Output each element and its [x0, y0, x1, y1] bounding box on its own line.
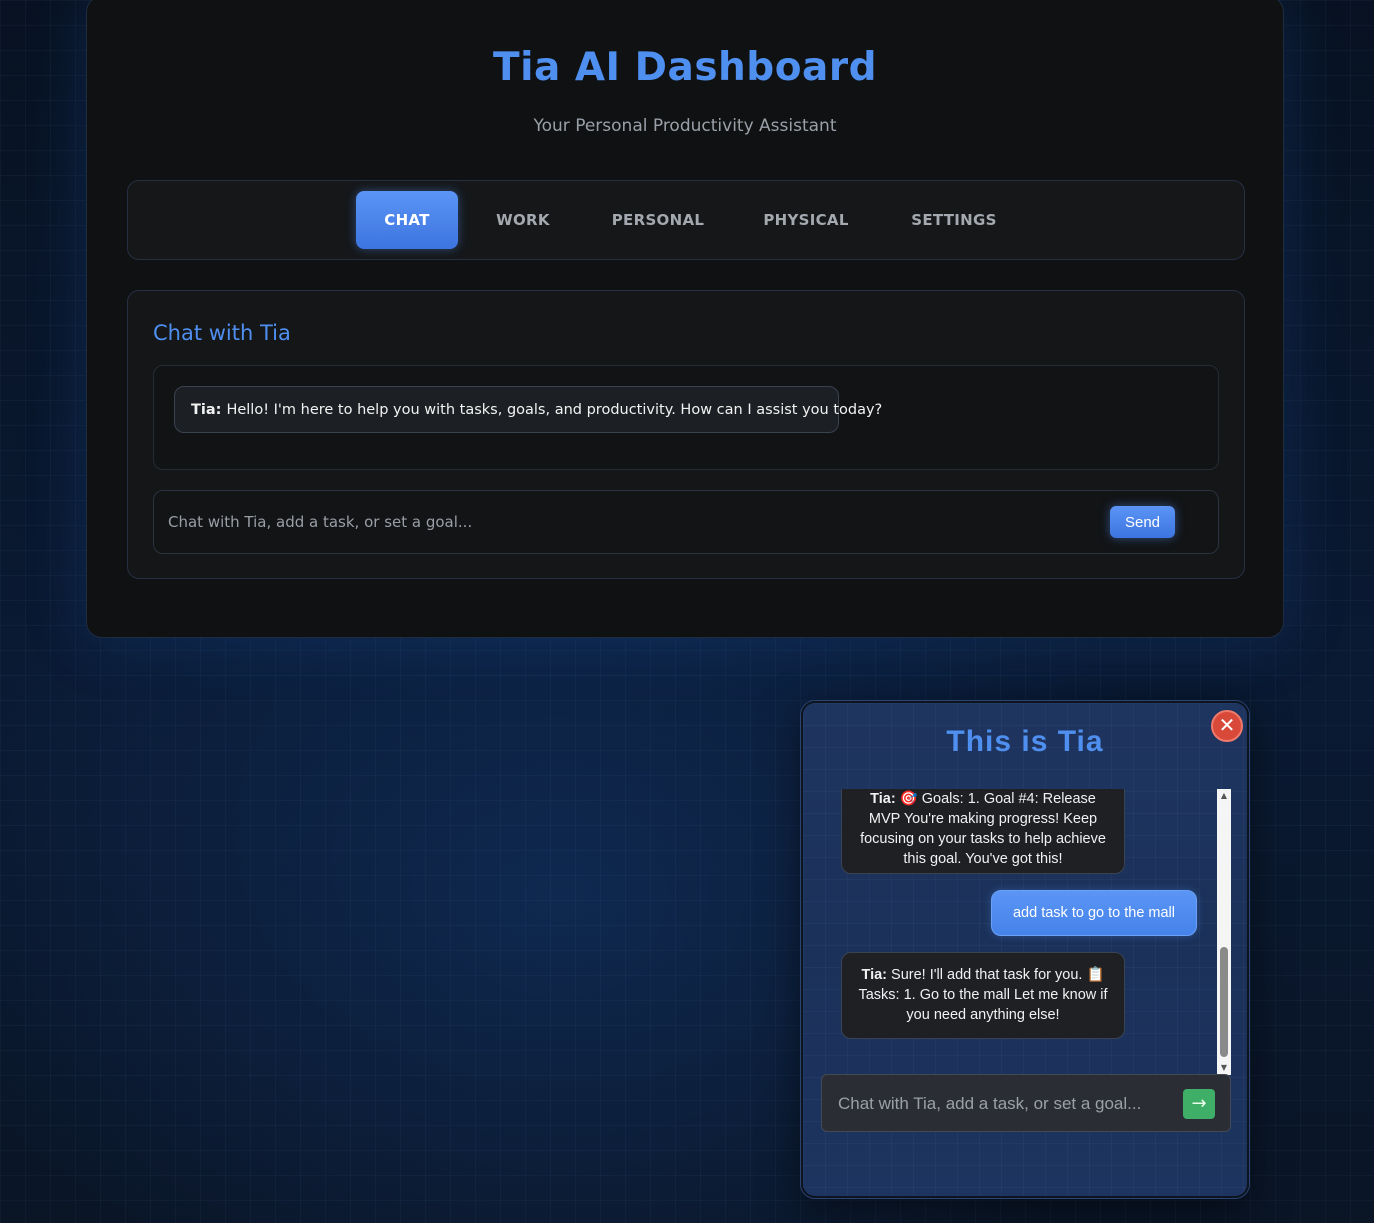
widget-chat-input[interactable]	[838, 1084, 1168, 1124]
tab-bar: CHAT WORK PERSONAL PHYSICAL SETTINGS	[127, 180, 1245, 260]
widget-message-bot: Tia: 🎯 Goals: 1. Goal #4: Release MVP Yo…	[841, 789, 1125, 874]
message-sender: Tia:	[191, 401, 222, 418]
message-text: Hello! I'm here to help you with tasks, …	[226, 401, 883, 418]
chat-message-bot: Tia: Hello! I'm here to help you with ta…	[174, 386, 882, 433]
widget-message-bot: Tia: Sure! I'll add that task for you. 📋…	[841, 952, 1125, 1039]
message-sender: Tia:	[870, 791, 896, 807]
chat-panel-title: Chat with Tia	[153, 321, 291, 345]
arrow-right-icon[interactable]: →	[1183, 1089, 1215, 1119]
dashboard-card: Tia AI Dashboard Your Personal Productiv…	[86, 0, 1284, 638]
widget-message-user: add task to go to the mall	[991, 890, 1197, 936]
message-text: 🎯 Goals: 1. Goal #4: Release MVP You're …	[860, 791, 1106, 867]
scroll-up-icon[interactable]: ▲	[1217, 790, 1231, 802]
widget-input-row: →	[821, 1074, 1231, 1132]
tab-chat[interactable]: CHAT	[356, 191, 458, 249]
tia-chat-widget: ✕ This is Tia Tia: 🎯 Goals: 1. Goal #4: …	[801, 701, 1249, 1198]
chat-input[interactable]	[168, 503, 1118, 541]
chat-messages: Tia: Hello! I'm here to help you with ta…	[153, 365, 1219, 470]
scroll-down-icon[interactable]: ▼	[1217, 1062, 1231, 1074]
scroll-thumb[interactable]	[1220, 947, 1228, 1057]
page-title: Tia AI Dashboard	[493, 45, 877, 90]
tab-personal[interactable]: PERSONAL	[598, 191, 718, 249]
widget-title: This is Tia	[946, 725, 1104, 758]
message-text: Sure! I'll add that task for you. 📋 Task…	[858, 967, 1108, 1023]
message-sender: Tia:	[861, 967, 888, 983]
send-button[interactable]: Send	[1110, 506, 1175, 538]
widget-scrollbar[interactable]: ▲ ▼	[1217, 789, 1231, 1075]
widget-messages: Tia: 🎯 Goals: 1. Goal #4: Release MVP Yo…	[825, 789, 1230, 1075]
chat-input-row: Send	[153, 490, 1219, 554]
chat-panel: Chat with Tia Tia: Hello! I'm here to he…	[127, 290, 1245, 579]
tab-physical[interactable]: PHYSICAL	[748, 191, 864, 249]
tab-settings[interactable]: SETTINGS	[894, 191, 1014, 249]
message-text: add task to go to the mall	[1012, 905, 1175, 921]
page-subtitle: Your Personal Productivity Assistant	[533, 116, 837, 136]
tab-work[interactable]: WORK	[480, 191, 566, 249]
